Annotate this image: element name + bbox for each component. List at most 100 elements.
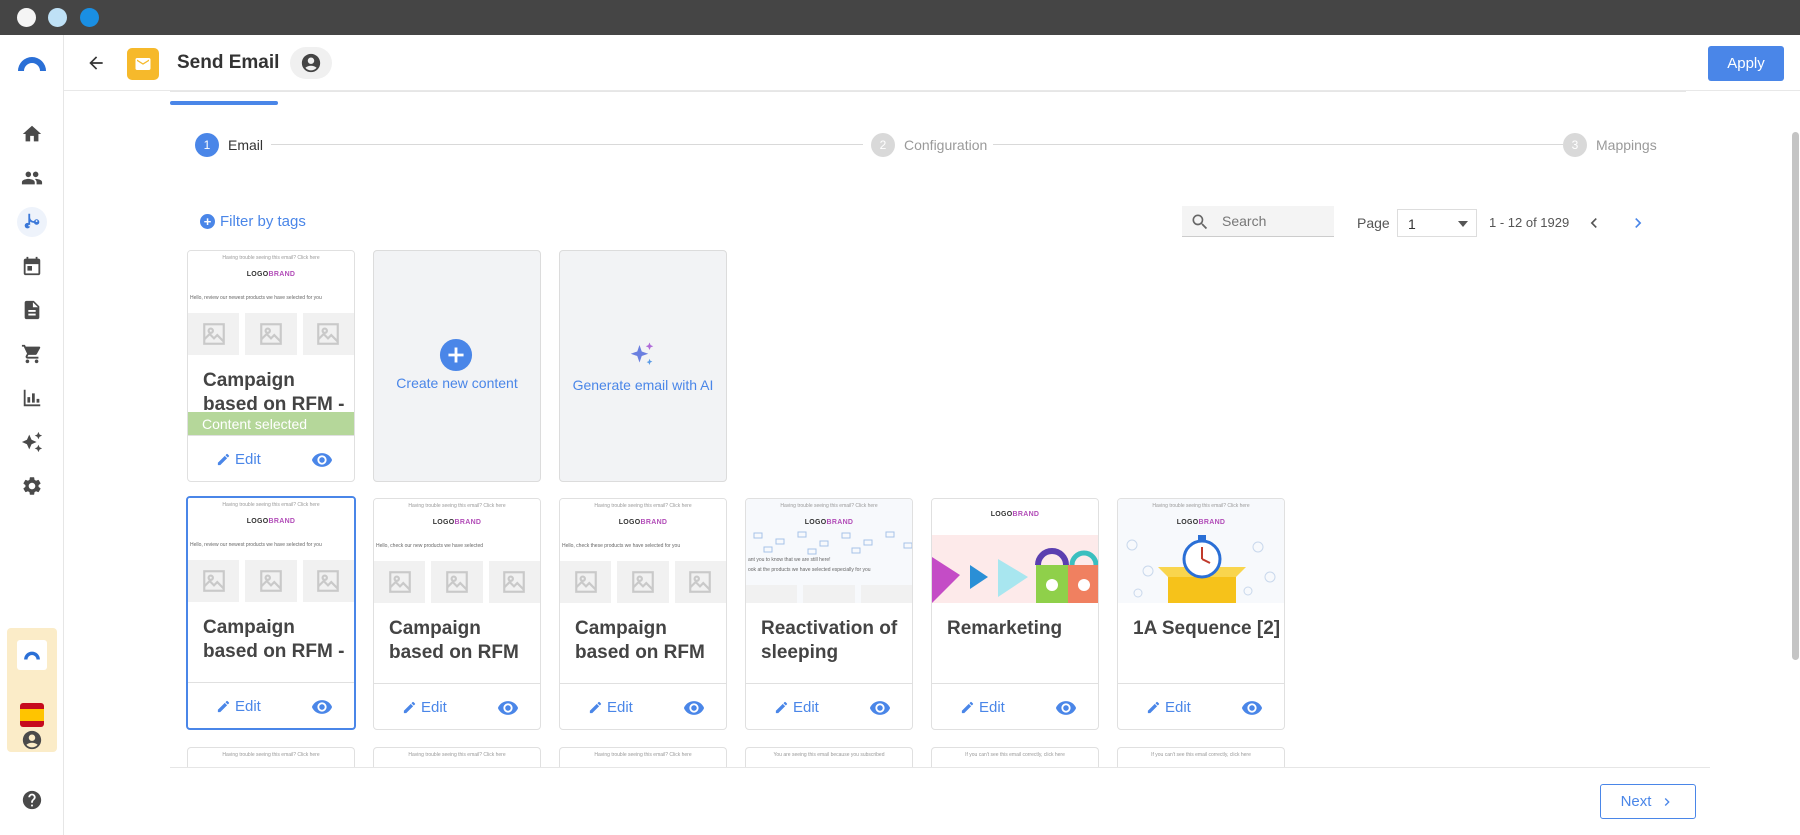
pencil-icon (217, 700, 230, 713)
template-card[interactable]: LOGOBRAND Remarketing Edit (931, 498, 1099, 730)
sparkle-icon[interactable] (17, 427, 47, 457)
preview-button[interactable] (1240, 696, 1264, 720)
filter-by-tags-button[interactable]: + Filter by tags (200, 213, 306, 230)
pencil-icon (217, 453, 230, 466)
edit-button[interactable]: Edit (1146, 699, 1191, 716)
app-logo-icon[interactable] (16, 53, 48, 73)
content-selected-badge: Content selected (188, 412, 354, 436)
profile-icon[interactable] (17, 725, 47, 755)
pagination-range: 1 - 12 of 1929 (1489, 215, 1570, 230)
image-placeholder-icon (374, 561, 426, 603)
edit-button[interactable]: Edit (774, 699, 819, 716)
preview-button[interactable] (310, 695, 334, 719)
window-minimize-button[interactable] (48, 8, 67, 27)
thumbnail-images (188, 560, 354, 602)
edit-button[interactable]: Edit (402, 699, 447, 716)
edit-label: Edit (979, 699, 1005, 716)
template-card[interactable]: Having trouble seeing this email? Click … (373, 498, 541, 730)
thumbnail-text: Hello, check our new products we have se… (376, 543, 484, 549)
pencil-icon (775, 701, 788, 714)
help-icon[interactable] (17, 785, 47, 815)
pencil-icon (589, 701, 602, 714)
step-label: Email (228, 137, 264, 153)
home-icon[interactable] (17, 119, 47, 149)
generate-email-ai-button[interactable]: Generate email with AI (559, 250, 727, 482)
template-card-partial[interactable]: If you can't see this email correctly, c… (931, 747, 1099, 767)
page-label: Page (1357, 215, 1390, 231)
step-number: 3 (1563, 133, 1587, 157)
footer-bar (64, 768, 1800, 835)
pencil-icon (403, 701, 416, 714)
logo-brand-part: BRAND (268, 271, 296, 278)
preview-button[interactable] (868, 696, 892, 720)
preview-button[interactable] (682, 696, 706, 720)
calendar-icon[interactable] (17, 251, 47, 281)
thumbnail-preheader: If you can't see this email correctly, c… (1151, 752, 1251, 758)
plus-circle-icon: + (200, 214, 215, 229)
caret-down-icon (1458, 221, 1468, 227)
template-card-partial[interactable]: Having trouble seeing this email? Click … (559, 747, 727, 767)
step-email[interactable]: 1 Email (195, 133, 263, 157)
chart-icon[interactable] (17, 383, 47, 413)
image-placeholder-icon (674, 561, 726, 603)
step-configuration[interactable]: 2 Configuration (871, 133, 987, 157)
thumbnail-images (746, 585, 912, 603)
apply-button[interactable]: Apply (1708, 46, 1784, 81)
preview-button[interactable] (310, 448, 334, 472)
image-placeholder (803, 585, 855, 603)
create-new-content-button[interactable]: Create new content (373, 250, 541, 482)
card-footer: Edit (746, 683, 912, 729)
selected-content-card[interactable]: Having trouble seeing this email? Click … (187, 250, 355, 482)
window-maximize-button[interactable] (80, 8, 99, 27)
image-placeholder-icon (302, 560, 354, 602)
template-card[interactable]: Having trouble seeing this email? Click … (559, 498, 727, 730)
account-brand-logo[interactable] (17, 640, 47, 670)
card-title: Remarketing (947, 618, 1063, 639)
thumbnail-logo: LOGOBRAND (560, 519, 726, 526)
preview-button[interactable] (1054, 696, 1078, 720)
chevron-left-icon (1590, 218, 1597, 228)
template-card[interactable]: Having trouble seeing this email? Click … (1117, 498, 1285, 730)
logo-part: LOGO (1176, 519, 1199, 526)
image-placeholder-icon (617, 561, 669, 603)
cart-icon[interactable] (17, 339, 47, 369)
window-close-button[interactable] (17, 8, 36, 27)
document-icon[interactable] (17, 295, 47, 325)
template-card-partial[interactable]: Having trouble seeing this email? Click … (187, 747, 355, 767)
template-card[interactable]: Having trouble seeing this email? Click … (745, 498, 913, 730)
edit-label: Edit (235, 698, 261, 715)
filter-label: Filter by tags (220, 213, 306, 230)
next-button[interactable]: Next (1600, 784, 1696, 819)
template-card[interactable]: Having trouble seeing this email? Click … (186, 496, 356, 730)
user-account-icon[interactable] (290, 47, 332, 79)
template-card-partial[interactable]: You are seeing this email because you su… (745, 747, 913, 767)
people-icon[interactable] (17, 163, 47, 193)
flow-icon[interactable] (17, 207, 47, 237)
image-placeholder-icon (431, 561, 483, 603)
search-input[interactable] (1222, 211, 1327, 231)
thumbnail-preheader: Having trouble seeing this email? Click … (222, 752, 320, 758)
card-footer: Edit (932, 683, 1098, 729)
card-title: 1A Sequence [2] (1133, 618, 1281, 639)
card-footer: Edit (188, 435, 354, 481)
page-select[interactable]: 1 (1397, 209, 1477, 237)
preview-button[interactable] (496, 696, 520, 720)
edit-button[interactable]: Edit (216, 698, 261, 715)
scrollbar-thumb[interactable] (1792, 132, 1799, 660)
template-card-partial[interactable]: If you can't see this email correctly, c… (1117, 747, 1285, 767)
next-page-button[interactable] (1625, 210, 1651, 236)
gear-icon[interactable] (17, 471, 47, 501)
thumbnail-text: ant you to know that we are still here! (748, 557, 831, 563)
edit-button[interactable]: Edit (960, 699, 1005, 716)
template-card-partial[interactable]: Having trouble seeing this email? Click … (373, 747, 541, 767)
step-mappings[interactable]: 3 Mappings (1563, 133, 1657, 157)
spain-flag-icon[interactable] (20, 703, 44, 727)
eye-icon (311, 452, 333, 467)
back-button[interactable] (82, 49, 110, 77)
generate-email-ai-label: Generate email with AI (572, 377, 714, 393)
thumbnail-text: Hello, check these products we have sele… (562, 543, 681, 549)
logo-part: LOGO (618, 519, 641, 526)
previous-page-button[interactable] (1581, 210, 1607, 236)
edit-button[interactable]: Edit (588, 699, 633, 716)
edit-button[interactable]: Edit (216, 451, 261, 468)
